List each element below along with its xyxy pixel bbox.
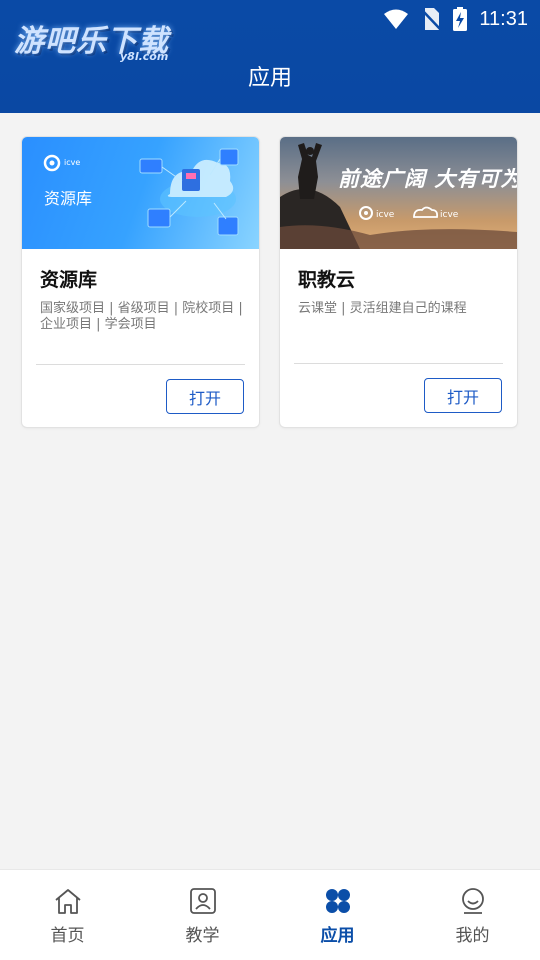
tab-home[interactable]: 首页 xyxy=(0,870,135,960)
teaching-icon xyxy=(189,888,216,914)
icve-logos-icon: icve icve xyxy=(359,206,459,220)
cloud-server-illustration xyxy=(139,148,239,236)
card-title: 职教云 xyxy=(298,269,356,291)
card-description: 云课堂 | 灵活组建自己的课程 xyxy=(298,301,467,316)
card-divider xyxy=(294,363,503,364)
profile-icon xyxy=(461,888,484,914)
open-button-resource-library[interactable]: 打开 xyxy=(166,379,244,414)
tab-label: 首页 xyxy=(50,926,85,946)
no-sim-icon xyxy=(421,8,442,30)
resource-library-banner-text: 资源库 xyxy=(44,189,93,208)
apps-icon xyxy=(325,889,350,913)
open-button-vocational-cloud[interactable]: 打开 xyxy=(424,378,502,413)
status-bar: 11:31 xyxy=(383,6,528,32)
svg-text:icve: icve xyxy=(440,210,459,220)
app-header: 游吧乐下载 y8l.com 11:31 应用 xyxy=(0,0,540,113)
tab-teaching[interactable]: 教学 xyxy=(135,870,270,960)
card-title: 资源库 xyxy=(40,269,98,291)
vocational-cloud-banner-text: 前途广阔 大有可为 xyxy=(338,166,517,191)
wifi-icon xyxy=(384,9,409,29)
svg-text:icve: icve xyxy=(64,158,80,167)
svg-text:icve: icve xyxy=(376,210,395,220)
status-time: 11:31 xyxy=(479,7,528,30)
vocational-cloud-banner: 前途广阔 大有可为 icve icve xyxy=(280,137,517,249)
tab-label: 我的 xyxy=(455,926,490,946)
battery-charging-icon xyxy=(453,7,468,31)
mountain-silhouette-image xyxy=(280,143,517,249)
page-title: 应用 xyxy=(247,66,292,91)
resource-library-banner: icve 资源库 xyxy=(22,137,259,249)
tab-profile[interactable]: 我的 xyxy=(405,870,540,960)
app-card-resource-library[interactable]: icve 资源库 资源库 国家级项目 | 省级项目 | 院校项目 | 企业项目 … xyxy=(22,137,259,427)
app-card-vocational-cloud[interactable]: 前途广阔 大有可为 icve icve 职教云 云课堂 | 灵活组建自己的课程 … xyxy=(280,137,517,427)
card-description: 国家级项目 | 省级项目 | 院校项目 | 企业项目 | 学会项目 xyxy=(40,301,243,332)
bottom-tab-bar: 首页 教学 应用 我的 xyxy=(0,869,540,960)
icve-logo-icon: icve xyxy=(43,154,80,172)
tab-label: 教学 xyxy=(185,926,220,946)
card-divider xyxy=(36,364,245,365)
home-icon xyxy=(54,889,81,914)
tab-label: 应用 xyxy=(320,926,355,946)
tab-apps[interactable]: 应用 xyxy=(270,870,405,960)
